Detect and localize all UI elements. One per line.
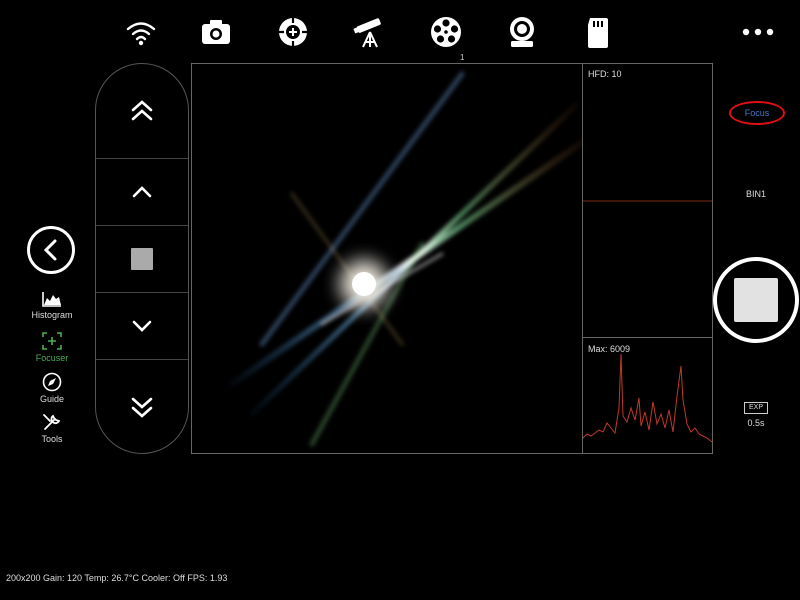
sidebar-item-histogram[interactable]: Histogram bbox=[22, 290, 82, 320]
bin-button[interactable]: BIN1 bbox=[736, 189, 776, 199]
double-chevron-up-icon[interactable] bbox=[96, 64, 188, 158]
sidebar-item-label: Guide bbox=[39, 394, 65, 404]
camera-icon[interactable] bbox=[196, 12, 236, 52]
sidebar-item-tools[interactable]: Tools bbox=[22, 412, 82, 444]
status-bar: 200x200 Gain: 120 Temp: 26.7°C Cooler: O… bbox=[6, 573, 228, 583]
analysis-panels: HFD: 10 Max: 6009 bbox=[583, 63, 713, 454]
chevron-down-icon[interactable] bbox=[96, 293, 188, 359]
histogram-icon bbox=[42, 292, 61, 307]
histogram-graph bbox=[583, 353, 712, 443]
sidebar-item-label: Histogram bbox=[31, 310, 73, 320]
stop-square-icon bbox=[734, 278, 778, 322]
focuser-control-panel bbox=[95, 63, 189, 454]
exposure-value[interactable]: 0.5s bbox=[736, 418, 776, 428]
back-chevron-icon[interactable] bbox=[27, 226, 75, 274]
telescope-icon[interactable] bbox=[350, 12, 390, 52]
focus-target-icon[interactable] bbox=[273, 12, 313, 52]
hfd-graph bbox=[583, 200, 712, 202]
more-dots-icon[interactable] bbox=[740, 22, 776, 42]
focuser-icon bbox=[42, 332, 62, 350]
guide-icon bbox=[42, 372, 62, 392]
sidebar-item-guide[interactable]: Guide bbox=[22, 372, 82, 404]
focus-mode-button[interactable]: Focus bbox=[729, 101, 785, 125]
chevron-up-icon[interactable] bbox=[96, 159, 188, 225]
double-chevron-down-icon[interactable] bbox=[96, 360, 188, 454]
wifi-icon[interactable] bbox=[121, 12, 161, 52]
filter-wheel-icon[interactable] bbox=[426, 12, 466, 52]
sidebar-item-label: Focuser bbox=[35, 353, 69, 363]
exposure-badge[interactable]: EXP bbox=[744, 402, 768, 414]
tools-icon bbox=[43, 414, 61, 430]
webcam-icon[interactable] bbox=[502, 12, 542, 52]
stop-square-icon[interactable] bbox=[96, 226, 188, 292]
sidebar-item-focuser[interactable]: Focuser bbox=[22, 331, 82, 363]
sidebar-item-label: Tools bbox=[41, 434, 63, 444]
star-image bbox=[229, 71, 582, 447]
capture-stop-button[interactable] bbox=[713, 257, 799, 343]
star-image-view[interactable] bbox=[191, 63, 583, 454]
sd-card-icon[interactable] bbox=[578, 12, 618, 52]
page-indicator: 1 bbox=[460, 53, 465, 62]
